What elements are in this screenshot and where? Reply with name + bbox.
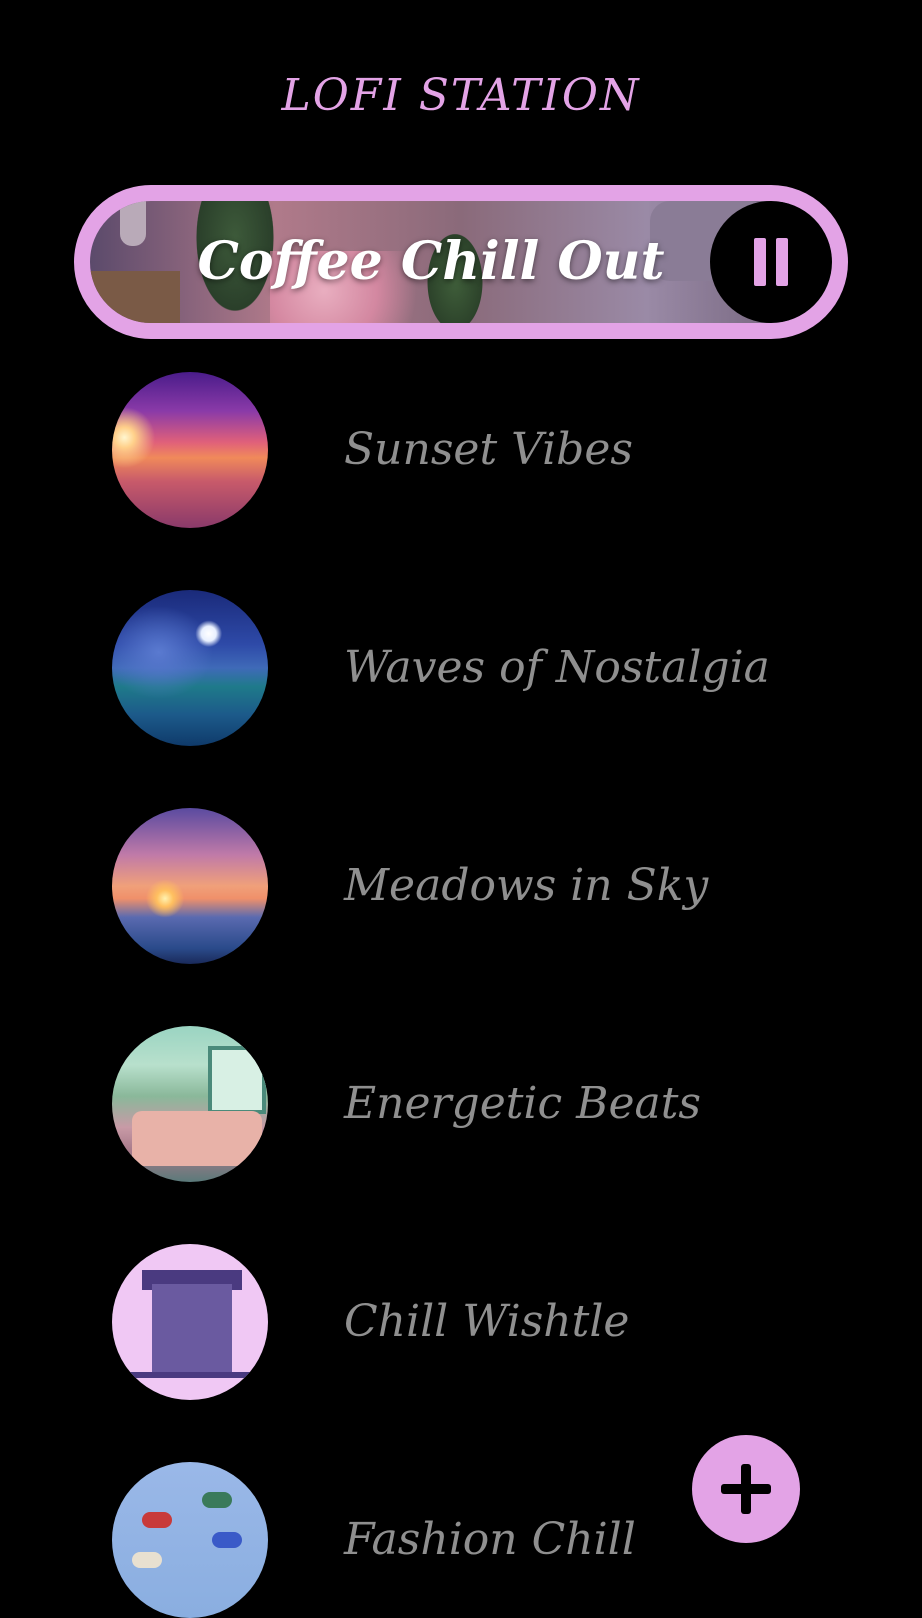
- list-item[interactable]: Sunset Vibes: [112, 372, 812, 528]
- station-label: Meadows in Sky: [344, 860, 709, 911]
- artwork-window: [208, 1046, 266, 1114]
- ocean-night-artwork: [112, 590, 268, 746]
- sea-sunset-artwork: [112, 808, 268, 964]
- list-item[interactable]: Chill Wishtle: [112, 1244, 812, 1400]
- artwork-shoe: [212, 1532, 242, 1548]
- artwork-ground: [130, 1372, 254, 1378]
- artwork-shoe: [132, 1552, 162, 1568]
- artwork-house: [152, 1284, 232, 1374]
- list-item[interactable]: Waves of Nostalgia: [112, 590, 812, 746]
- station-label: Chill Wishtle: [344, 1296, 630, 1347]
- plus-icon: [721, 1464, 771, 1514]
- add-station-button[interactable]: [692, 1435, 800, 1543]
- bedroom-plants-artwork: [112, 1026, 268, 1182]
- station-label: Waves of Nostalgia: [344, 642, 770, 693]
- list-item[interactable]: Meadows in Sky: [112, 808, 812, 964]
- sunset-artwork: [112, 372, 268, 528]
- station-label: Energetic Beats: [344, 1078, 701, 1129]
- pixel-house-artwork: [112, 1244, 268, 1400]
- artwork-bed: [132, 1111, 262, 1166]
- shoes-artwork: [112, 1462, 268, 1618]
- list-item[interactable]: Energetic Beats: [112, 1026, 812, 1182]
- artwork-shoe: [202, 1492, 232, 1508]
- station-list: Sunset Vibes Waves of Nostalgia Meadows …: [0, 0, 922, 1618]
- artwork-shoe: [142, 1512, 172, 1528]
- station-label: Sunset Vibes: [344, 424, 633, 475]
- station-label: Fashion Chill: [344, 1514, 636, 1565]
